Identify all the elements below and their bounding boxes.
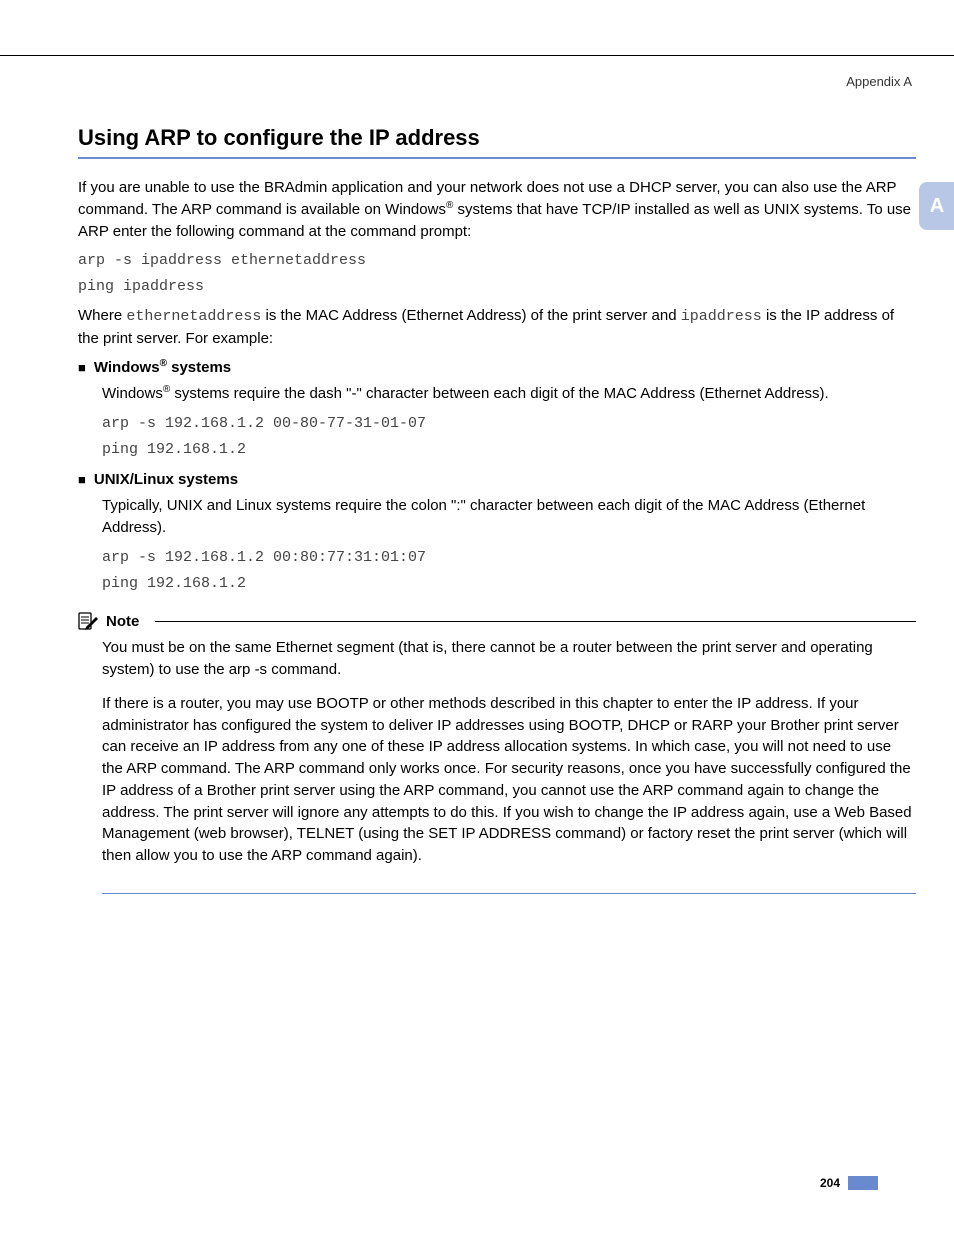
bullet-windows: ■ Windows® systems	[78, 358, 916, 377]
bullet-title-windows: Windows® systems	[94, 358, 231, 376]
win-para-a: Windows	[102, 385, 163, 402]
note-paragraph-2: If there is a router, you may use BOOTP …	[102, 693, 916, 867]
unix-block: Typically, UNIX and Linux systems requir…	[102, 495, 916, 597]
windows-paragraph: Windows® systems require the dash "-" ch…	[102, 383, 916, 405]
win-title-b: systems	[167, 359, 231, 376]
win-title-a: Windows	[94, 359, 160, 376]
note-label: Note	[106, 613, 149, 630]
registered-mark: ®	[160, 358, 167, 369]
where-a: Where	[78, 307, 126, 324]
note-rule	[155, 621, 916, 622]
section-heading: Using ARP to configure the IP address	[78, 125, 916, 159]
windows-block: Windows® systems require the dash "-" ch…	[102, 383, 916, 463]
command-block-generic: arp -s ipaddress ethernetaddress ping ip…	[78, 248, 916, 299]
page-number-bar	[848, 1176, 878, 1190]
command-block-unix: arp -s 192.168.1.2 00:80:77:31:01:07 pin…	[102, 545, 916, 598]
unix-paragraph: Typically, UNIX and Linux systems requir…	[102, 495, 916, 539]
bullet-unix: ■ UNIX/Linux systems	[78, 471, 916, 489]
footer-zone: 204	[78, 894, 916, 1214]
note-header: Note	[78, 611, 916, 631]
intro-paragraph: If you are unable to use the BRAdmin app…	[78, 177, 916, 242]
where-paragraph: Where ethernetaddress is the MAC Address…	[78, 305, 916, 350]
bullet-title-unix: UNIX/Linux systems	[94, 471, 238, 488]
top-margin	[0, 0, 954, 56]
where-b: is the MAC Address (Ethernet Address) of…	[261, 307, 680, 324]
page-number-strip: 204	[820, 1176, 878, 1190]
section-tab: A	[919, 182, 954, 230]
command-block-windows: arp -s 192.168.1.2 00-80-77-31-01-07 pin…	[102, 411, 916, 464]
where-ipaddr: ipaddress	[681, 308, 762, 325]
note-body: You must be on the same Ethernet segment…	[102, 637, 916, 894]
running-header: Appendix A	[78, 74, 916, 89]
where-ethaddr: ethernetaddress	[126, 308, 261, 325]
note-pencil-icon	[78, 611, 100, 631]
note-paragraph-1: You must be on the same Ethernet segment…	[102, 637, 916, 681]
bullet-marker: ■	[78, 471, 86, 489]
bullet-marker: ■	[78, 359, 86, 377]
page-number: 204	[820, 1176, 848, 1190]
page-body: Appendix A A Using ARP to configure the …	[0, 56, 954, 1214]
win-para-b: systems require the dash "-" character b…	[170, 385, 828, 402]
